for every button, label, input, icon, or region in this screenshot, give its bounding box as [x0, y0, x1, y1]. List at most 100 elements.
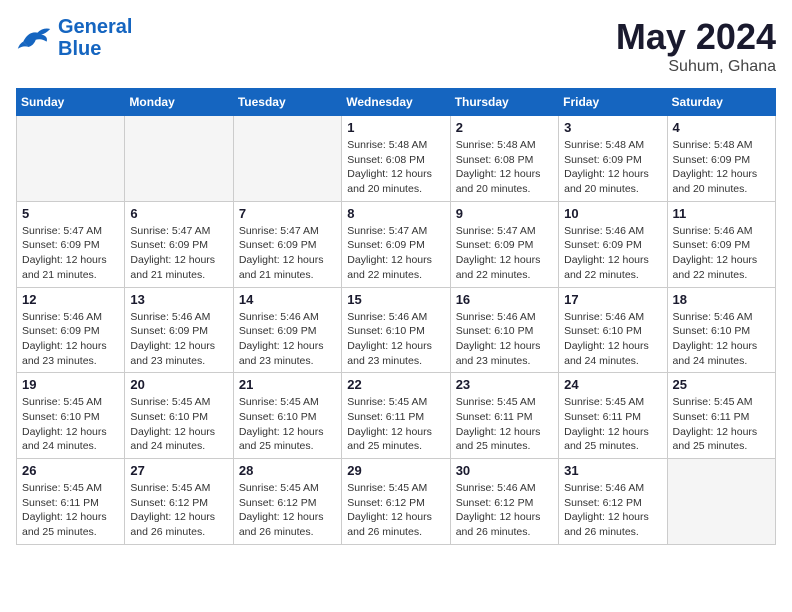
- calendar-week-row: 19 Sunrise: 5:45 AMSunset: 6:10 PMDayligh…: [17, 373, 776, 459]
- day-number: 12: [22, 292, 119, 307]
- calendar-cell: 23 Sunrise: 5:45 AMSunset: 6:11 PMDayligh…: [450, 373, 558, 459]
- day-number: 2: [456, 120, 553, 135]
- location-title: Suhum, Ghana: [616, 58, 776, 76]
- day-info: Sunrise: 5:45 AMSunset: 6:12 PMDaylight:…: [347, 481, 444, 540]
- day-number: 7: [239, 206, 336, 221]
- day-number: 27: [130, 463, 227, 478]
- calendar-cell: 15 Sunrise: 5:46 AMSunset: 6:10 PMDayligh…: [342, 287, 450, 373]
- calendar-cell: 9Sunrise: 5:47 AMSunset: 6:09 PMDaylight…: [450, 201, 558, 287]
- day-info: Sunrise: 5:45 AMSunset: 6:10 PMDaylight:…: [130, 395, 227, 454]
- calendar-cell: 5 Sunrise: 5:47 AMSunset: 6:09 PMDaylight…: [17, 201, 125, 287]
- calendar-cell: 16 Sunrise: 5:46 AMSunset: 6:10 PMDayligh…: [450, 287, 558, 373]
- calendar-cell: 12 Sunrise: 5:46 AMSunset: 6:09 PMDayligh…: [17, 287, 125, 373]
- day-info: Sunrise: 5:46 AMSunset: 6:09 PMDaylight:…: [22, 310, 119, 369]
- calendar-cell: 24 Sunrise: 5:45 AMSunset: 6:11 PMDayligh…: [559, 373, 667, 459]
- calendar-cell: 2 Sunrise: 5:48 AMSunset: 6:08 PMDaylight…: [450, 116, 558, 202]
- calendar-cell: 14 Sunrise: 5:46 AMSunset: 6:09 PMDayligh…: [233, 287, 341, 373]
- page-header: General Blue May 2024 Suhum, Ghana: [16, 16, 776, 76]
- day-number: 20: [130, 377, 227, 392]
- logo: General Blue: [16, 16, 132, 60]
- day-info: Sunrise: 5:45 AMSunset: 6:10 PMDaylight:…: [22, 395, 119, 454]
- day-info: Sunrise: 5:47 AMSunset: 6:09 PMDaylight:…: [347, 224, 444, 283]
- calendar-cell: 30Sunrise: 5:46 AMSunset: 6:12 PMDayligh…: [450, 459, 558, 545]
- day-number: 16: [456, 292, 553, 307]
- day-info: Sunrise: 5:45 AMSunset: 6:11 PMDaylight:…: [564, 395, 661, 454]
- calendar-cell: 22Sunrise: 5:45 AMSunset: 6:11 PMDayligh…: [342, 373, 450, 459]
- day-number: 21: [239, 377, 336, 392]
- day-info: Sunrise: 5:45 AMSunset: 6:12 PMDaylight:…: [130, 481, 227, 540]
- day-number: 17: [564, 292, 661, 307]
- weekday-header: Monday: [125, 89, 233, 116]
- day-info: Sunrise: 5:46 AMSunset: 6:10 PMDaylight:…: [456, 310, 553, 369]
- day-number: 15: [347, 292, 444, 307]
- day-info: Sunrise: 5:48 AMSunset: 6:08 PMDaylight:…: [456, 138, 553, 197]
- calendar-cell: 20 Sunrise: 5:45 AMSunset: 6:10 PMDayligh…: [125, 373, 233, 459]
- day-number: 26: [22, 463, 119, 478]
- calendar-table: SundayMondayTuesdayWednesdayThursdayFrid…: [16, 88, 776, 545]
- day-info: Sunrise: 5:45 AMSunset: 6:11 PMDaylight:…: [673, 395, 770, 454]
- day-info: Sunrise: 5:48 AMSunset: 6:09 PMDaylight:…: [564, 138, 661, 197]
- calendar-cell: 28Sunrise: 5:45 AMSunset: 6:12 PMDayligh…: [233, 459, 341, 545]
- day-info: Sunrise: 5:45 AMSunset: 6:11 PMDaylight:…: [22, 481, 119, 540]
- calendar-cell: 3 Sunrise: 5:48 AMSunset: 6:09 PMDaylight…: [559, 116, 667, 202]
- day-number: 9: [456, 206, 553, 221]
- calendar-cell: 8 Sunrise: 5:47 AMSunset: 6:09 PMDaylight…: [342, 201, 450, 287]
- day-number: 24: [564, 377, 661, 392]
- day-info: Sunrise: 5:46 AMSunset: 6:09 PMDaylight:…: [673, 224, 770, 283]
- day-number: 19: [22, 377, 119, 392]
- weekday-header: Tuesday: [233, 89, 341, 116]
- calendar-cell: 18Sunrise: 5:46 AMSunset: 6:10 PMDayligh…: [667, 287, 775, 373]
- calendar-cell: [125, 116, 233, 202]
- day-info: Sunrise: 5:46 AMSunset: 6:10 PMDaylight:…: [673, 310, 770, 369]
- day-number: 1: [347, 120, 444, 135]
- calendar-cell: 7 Sunrise: 5:47 AMSunset: 6:09 PMDaylight…: [233, 201, 341, 287]
- calendar-cell: 4 Sunrise: 5:48 AMSunset: 6:09 PMDaylight…: [667, 116, 775, 202]
- calendar-week-row: 5 Sunrise: 5:47 AMSunset: 6:09 PMDaylight…: [17, 201, 776, 287]
- weekday-header: Wednesday: [342, 89, 450, 116]
- calendar-cell: 26 Sunrise: 5:45 AMSunset: 6:11 PMDayligh…: [17, 459, 125, 545]
- day-number: 31: [564, 463, 661, 478]
- day-number: 5: [22, 206, 119, 221]
- weekday-header: Sunday: [17, 89, 125, 116]
- calendar-cell: 25Sunrise: 5:45 AMSunset: 6:11 PMDayligh…: [667, 373, 775, 459]
- day-number: 13: [130, 292, 227, 307]
- day-info: Sunrise: 5:46 AMSunset: 6:10 PMDaylight:…: [564, 310, 661, 369]
- day-info: Sunrise: 5:47 AMSunset: 6:09 PMDaylight:…: [239, 224, 336, 283]
- calendar-cell: 11 Sunrise: 5:46 AMSunset: 6:09 PMDayligh…: [667, 201, 775, 287]
- weekday-header: Saturday: [667, 89, 775, 116]
- calendar-cell: 1 Sunrise: 5:48 AMSunset: 6:08 PMDaylight…: [342, 116, 450, 202]
- day-number: 6: [130, 206, 227, 221]
- day-info: Sunrise: 5:48 AMSunset: 6:09 PMDaylight:…: [673, 138, 770, 197]
- day-info: Sunrise: 5:48 AMSunset: 6:08 PMDaylight:…: [347, 138, 444, 197]
- day-number: 11: [673, 206, 770, 221]
- day-number: 8: [347, 206, 444, 221]
- calendar-cell: 27 Sunrise: 5:45 AMSunset: 6:12 PMDayligh…: [125, 459, 233, 545]
- calendar-week-row: 1 Sunrise: 5:48 AMSunset: 6:08 PMDaylight…: [17, 116, 776, 202]
- calendar-cell: 17 Sunrise: 5:46 AMSunset: 6:10 PMDayligh…: [559, 287, 667, 373]
- logo-text: General Blue: [58, 16, 132, 60]
- calendar-cell: [17, 116, 125, 202]
- month-title: May 2024: [616, 16, 776, 58]
- day-number: 30: [456, 463, 553, 478]
- title-block: May 2024 Suhum, Ghana: [616, 16, 776, 76]
- day-info: Sunrise: 5:45 AMSunset: 6:11 PMDaylight:…: [456, 395, 553, 454]
- calendar-cell: 10Sunrise: 5:46 AMSunset: 6:09 PMDayligh…: [559, 201, 667, 287]
- day-number: 28: [239, 463, 336, 478]
- calendar-cell: 21 Sunrise: 5:45 AMSunset: 6:10 PMDayligh…: [233, 373, 341, 459]
- day-info: Sunrise: 5:45 AMSunset: 6:10 PMDaylight:…: [239, 395, 336, 454]
- calendar-cell: [667, 459, 775, 545]
- day-info: Sunrise: 5:46 AMSunset: 6:10 PMDaylight:…: [347, 310, 444, 369]
- day-number: 4: [673, 120, 770, 135]
- day-info: Sunrise: 5:46 AMSunset: 6:09 PMDaylight:…: [564, 224, 661, 283]
- day-info: Sunrise: 5:46 AMSunset: 6:09 PMDaylight:…: [239, 310, 336, 369]
- day-number: 23: [456, 377, 553, 392]
- day-number: 29: [347, 463, 444, 478]
- day-number: 14: [239, 292, 336, 307]
- day-info: Sunrise: 5:47 AMSunset: 6:09 PMDaylight:…: [22, 224, 119, 283]
- day-info: Sunrise: 5:45 AMSunset: 6:11 PMDaylight:…: [347, 395, 444, 454]
- calendar-cell: 19 Sunrise: 5:45 AMSunset: 6:10 PMDayligh…: [17, 373, 125, 459]
- day-number: 3: [564, 120, 661, 135]
- calendar-cell: 13Sunrise: 5:46 AMSunset: 6:09 PMDayligh…: [125, 287, 233, 373]
- calendar-week-row: 12 Sunrise: 5:46 AMSunset: 6:09 PMDayligh…: [17, 287, 776, 373]
- calendar-week-row: 26 Sunrise: 5:45 AMSunset: 6:11 PMDayligh…: [17, 459, 776, 545]
